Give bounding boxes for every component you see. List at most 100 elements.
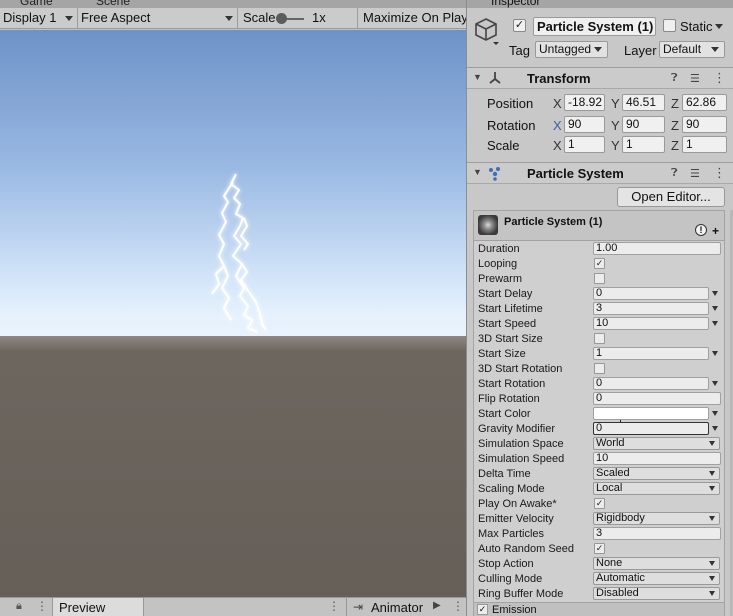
scale-z-input[interactable]: 1 — [682, 136, 727, 153]
add-module-icon[interactable]: + — [712, 224, 719, 238]
module-row-input[interactable]: 10 — [593, 452, 721, 465]
module-row-checkbox[interactable]: ✓ — [594, 258, 605, 269]
module-row: Start Color — [474, 407, 724, 422]
foldout-arrow-icon[interactable]: ▼ — [473, 72, 482, 82]
module-row: 3D Start Rotation — [474, 362, 724, 377]
module-row-input[interactable]: 10 — [593, 317, 709, 330]
open-editor-button[interactable]: Open Editor... — [617, 187, 725, 207]
kebab-menu-icon[interactable]: ⋮ — [713, 70, 726, 86]
gameobject-name-input[interactable]: Particle System (1) — [533, 17, 656, 36]
module-row-dropdown[interactable]: Local — [593, 482, 720, 495]
warning-icon[interactable]: ! — [695, 224, 707, 236]
module-title: Particle System (1) — [504, 216, 603, 228]
module-row-value: Disabled — [596, 587, 639, 599]
tag-value: Untagged — [539, 42, 592, 56]
module-row-dropdown[interactable]: Scaled — [593, 467, 720, 480]
axis-z-label[interactable]: Z — [671, 96, 679, 111]
module-row-checkbox[interactable] — [594, 333, 605, 344]
axis-x-label[interactable]: X — [553, 118, 562, 133]
module-row-input[interactable]: 0 — [593, 287, 709, 300]
scale-x-input[interactable]: 1 — [564, 136, 605, 153]
module-row-input[interactable]: 1 — [593, 347, 709, 360]
help-icon[interactable]: ❓︎ — [671, 72, 678, 85]
lock-icon[interactable]: 🔒︎ — [16, 600, 22, 613]
transform-title: Transform — [527, 71, 591, 86]
rotation-x-input[interactable]: 90 — [564, 116, 605, 133]
module-row-dropdown[interactable]: Automatic — [593, 572, 720, 585]
module-row-dropdown[interactable]: Rigidbody — [593, 512, 720, 525]
module-row-dropdown[interactable]: World — [593, 437, 720, 450]
presets-icon[interactable]: ☰ — [690, 72, 700, 85]
module-row-value: Automatic — [596, 572, 645, 584]
position-x-input[interactable]: -18.92 — [564, 94, 605, 111]
curve-mode-chevron-icon[interactable] — [712, 381, 718, 386]
module-row-label: Start Rotation — [478, 378, 546, 390]
foldout-arrow-icon[interactable]: ▼ — [473, 167, 482, 177]
position-y-input[interactable]: 46.51 — [622, 94, 665, 111]
curve-mode-chevron-icon[interactable] — [712, 321, 718, 326]
layer-dropdown[interactable]: Default — [659, 41, 725, 58]
display-dropdown[interactable]: Display 1 — [0, 8, 78, 29]
chevron-down-icon — [709, 441, 715, 446]
chevron-down-icon[interactable] — [715, 24, 723, 29]
tab-inspector[interactable]: Inspector — [491, 0, 540, 8]
module-row-input[interactable]: 0 — [593, 422, 709, 435]
scale-slider[interactable]: Scale 1x — [238, 8, 358, 29]
module-row-checkbox[interactable]: ✓ — [594, 543, 605, 554]
scale-slider-thumb[interactable] — [276, 13, 287, 24]
emission-checkbox[interactable]: ✓ — [477, 604, 488, 615]
curve-mode-chevron-icon[interactable] — [712, 351, 718, 356]
kebab-menu-icon[interactable]: ⋮ — [713, 165, 726, 181]
curve-mode-chevron-icon[interactable] — [712, 426, 718, 431]
static-checkbox[interactable] — [663, 19, 676, 32]
transform-header[interactable]: ▼ Transform ❓︎ ☰ ⋮ — [467, 67, 733, 89]
module-row-checkbox[interactable]: ✓ — [594, 498, 605, 509]
position-label: Position — [487, 96, 534, 111]
module-row-color-field[interactable] — [593, 407, 709, 420]
tag-dropdown[interactable]: Untagged — [535, 41, 608, 58]
gameobject-active-checkbox[interactable]: ✓ — [513, 19, 526, 32]
scale-y-input[interactable]: 1 — [622, 136, 665, 153]
module-row-input[interactable]: 0 — [593, 377, 709, 390]
axis-y-label[interactable]: Y — [611, 96, 620, 111]
kebab-menu-icon[interactable]: ⋮ — [452, 599, 464, 613]
emission-module-header[interactable]: ✓ Emission — [474, 602, 724, 616]
axis-x-label[interactable]: X — [553, 96, 562, 111]
module-row-label: Stop Action — [478, 558, 534, 570]
axis-z-label[interactable]: Z — [671, 138, 679, 153]
maximize-on-play-toggle[interactable]: Maximize On Play — [358, 8, 466, 29]
particle-system-header[interactable]: ▼ Particle System ❓︎ ☰ ⋮ — [467, 162, 733, 184]
tab-game[interactable]: Game — [20, 0, 53, 8]
tab-preview[interactable]: Preview — [52, 598, 144, 616]
module-row-checkbox[interactable] — [594, 363, 605, 374]
module-row-dropdown[interactable]: None — [593, 557, 720, 570]
tab-scene[interactable]: Scene — [96, 0, 130, 8]
module-row-input[interactable]: 3 — [593, 302, 709, 315]
curve-mode-chevron-icon[interactable] — [712, 291, 718, 296]
module-row-checkbox[interactable] — [594, 273, 605, 284]
module-row-input[interactable]: 0 — [593, 392, 721, 405]
main-module-header[interactable]: Particle System (1) ! + — [474, 211, 724, 241]
module-row-input[interactable]: 1.00 — [593, 242, 721, 255]
curve-mode-chevron-icon[interactable] — [712, 306, 718, 311]
module-row-input[interactable]: 3 — [593, 527, 721, 540]
game-viewport[interactable] — [0, 30, 466, 597]
kebab-menu-icon[interactable]: ⋮ — [328, 599, 340, 613]
axis-z-label[interactable]: Z — [671, 118, 679, 133]
rotation-y-input[interactable]: 90 — [622, 116, 665, 133]
rotation-z-input[interactable]: 90 — [682, 116, 727, 133]
axis-y-label[interactable]: Y — [611, 138, 620, 153]
module-row-label: Start Size — [478, 348, 526, 360]
presets-icon[interactable]: ☰ — [690, 167, 700, 180]
module-row-label: Start Delay — [478, 288, 533, 300]
tab-animator[interactable]: ⇥ Animator ▶ — [346, 598, 446, 616]
axis-y-label[interactable]: Y — [611, 118, 620, 133]
position-z-input[interactable]: 62.86 — [682, 94, 727, 111]
kebab-menu-icon[interactable]: ⋮ — [36, 599, 48, 613]
curve-mode-chevron-icon[interactable] — [712, 411, 718, 416]
aspect-dropdown[interactable]: Free Aspect — [78, 8, 238, 29]
module-row-dropdown[interactable]: Disabled — [593, 587, 720, 600]
axis-x-label[interactable]: X — [553, 138, 562, 153]
module-row: Culling Mode Automatic — [474, 572, 724, 587]
help-icon[interactable]: ❓︎ — [671, 167, 678, 180]
